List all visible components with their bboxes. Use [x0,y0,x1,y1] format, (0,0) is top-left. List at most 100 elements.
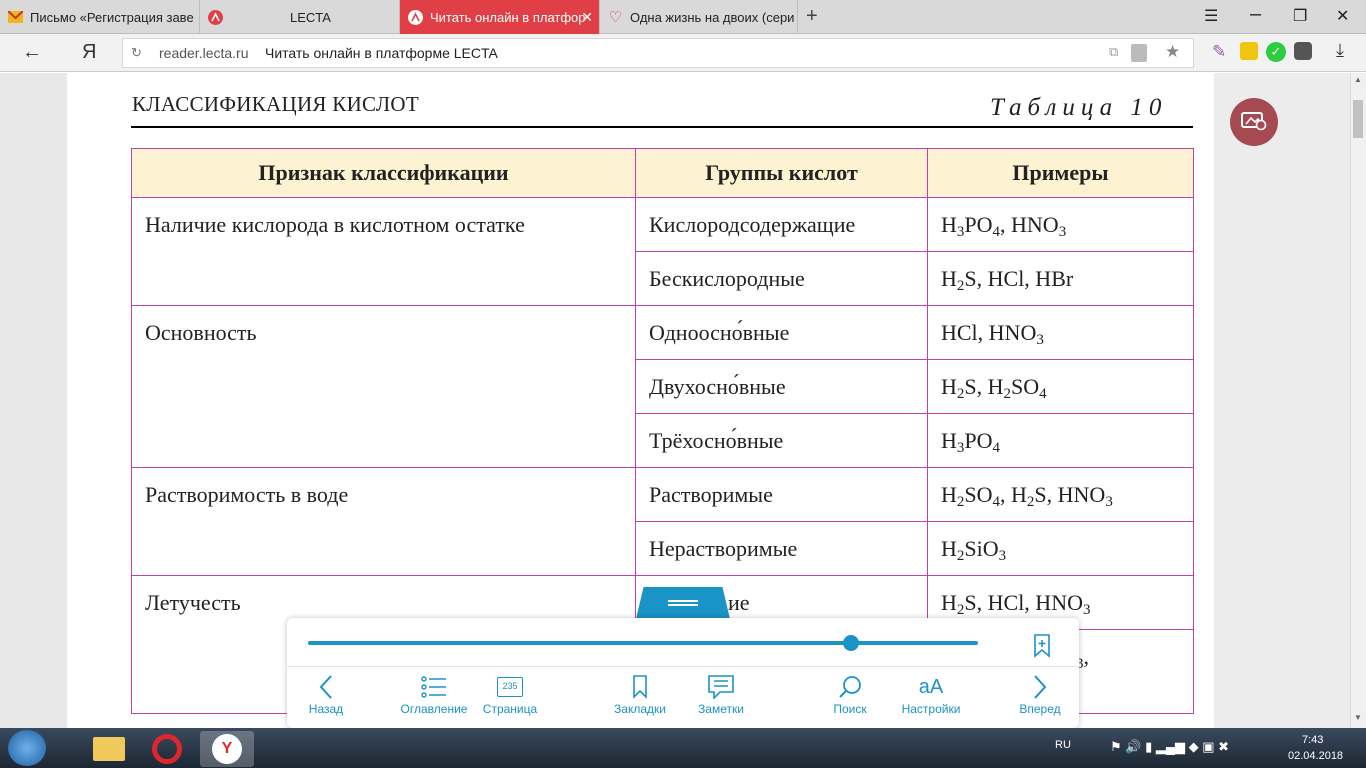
nav-settings[interactable]: aA Настройки [898,672,964,717]
clock-date: 02.04.2018 [1288,750,1344,762]
translate-icon[interactable]: ⧉ [1109,44,1118,60]
lock-icon[interactable] [1131,44,1147,62]
nav-back[interactable]: Назад [298,672,354,716]
scrollbar-thumb[interactable] [1353,100,1363,138]
search-icon [824,672,876,702]
pen-icon[interactable]: ✎ [1212,42,1226,62]
menu-icon[interactable]: ☰ [1204,6,1218,26]
panel-toggle-handle[interactable] [636,587,730,619]
example-cell: H2S, HCl, HBr [927,251,1194,306]
header-groups: Группы кислот [635,148,928,198]
minimize-icon[interactable]: – [1250,3,1261,26]
tab-bar: Письмо «Регистрация заве LECTA Читать он… [0,0,1366,34]
list-icon [398,672,470,702]
nav-label: Вперед [1019,702,1061,716]
lecta-icon [408,9,423,25]
taskbar-yandex[interactable]: Y [200,731,254,767]
group-cell: Нерастворимые [635,521,928,576]
book-page-icon: 235 [480,672,540,702]
page-number: 235 [497,677,523,697]
folder-icon [93,737,125,761]
close-window-icon[interactable]: ✕ [1336,6,1349,26]
check-icon[interactable]: ✓ [1266,42,1286,62]
font-size-icon: aA [918,675,944,698]
example-cell: H3PO4 [927,413,1194,468]
refresh-icon[interactable]: ↻ [131,45,142,61]
example-cell: H3PO4, HNO3 [927,197,1194,252]
clock-time: 7:43 [1302,734,1324,746]
panel-divider [287,666,1079,667]
example-cell: H2SiO3 [927,521,1194,576]
progress-slider-knob[interactable] [842,635,859,651]
screenshot-button[interactable] [1230,98,1278,146]
nav-label: Назад [308,702,344,716]
group-cell: Двухосно́вные [635,359,928,414]
mail-icon [8,10,23,25]
group-cell: Бескислородные [635,251,928,306]
nav-label: Оглавление [400,702,468,716]
right-margin [1214,73,1352,728]
add-bookmark-icon[interactable] [1033,634,1051,663]
nav-label: Страница [482,702,538,716]
table-title: КЛАССИФИКАЦИЯ КИСЛОТ [132,92,419,116]
criterion-cell: Растворимость в воде [131,467,636,576]
nav-search[interactable]: Поиск [824,672,876,716]
nav-label: Закладки [614,702,666,716]
heart-icon: ♡ [608,9,623,26]
table-number: Таблица 10 [990,94,1168,121]
address-bar: ← Я ↻ reader.lecta.ru Читать онлайн в пл… [0,34,1366,72]
yandex-browser-icon: Y [212,734,242,764]
evernote-icon[interactable] [1294,42,1312,60]
nav-label: Поиск [833,702,867,716]
nav-page[interactable]: 235 Страница [480,672,540,716]
tab-reader[interactable]: Читать онлайн в платфор ✕ [400,0,600,34]
tab-title: LECTA [290,9,331,25]
start-button[interactable] [8,730,46,766]
url-field[interactable]: ↻ reader.lecta.ru Читать онлайн в платфо… [122,38,1194,68]
language-indicator[interactable]: RU [1055,739,1071,751]
cursor-extension-icon[interactable] [1240,42,1258,60]
back-arrow-icon[interactable]: ← [22,41,42,64]
tab-title: Читать онлайн в платфор [430,9,586,25]
tab-title: Одна жизнь на двоих (сери [630,9,795,25]
lecta-icon [208,9,223,25]
progress-slider[interactable] [308,641,978,645]
chevron-left-icon [298,672,354,702]
restore-icon[interactable]: ❐ [1293,6,1307,26]
header-examples: Примеры [927,148,1194,198]
notes-icon [692,672,750,702]
criterion-cell: Основность [131,305,636,468]
tab-series[interactable]: ♡ Одна жизнь на двоих (сери [600,0,798,34]
scrollbar[interactable]: ▲ ▼ [1350,73,1366,728]
nav-label: Настройки [901,702,961,716]
tab-mail[interactable]: Письмо «Регистрация заве [0,0,200,34]
nav-contents[interactable]: Оглавление [398,672,470,716]
nav-forward[interactable]: Вперед [1012,672,1068,716]
left-margin [0,73,67,728]
yandex-logo[interactable]: Я [82,41,96,64]
bookmark-icon [610,672,670,702]
example-cell: H2SO4, H2S, HNO3 [927,467,1194,522]
chevron-right-icon [1012,672,1068,702]
close-icon[interactable]: ✕ [581,9,593,26]
taskbar-explorer[interactable] [82,731,136,767]
tab-title: Письмо «Регистрация заве [30,9,194,25]
star-icon[interactable]: ★ [1165,42,1180,62]
header-criterion: Признак классификации [131,148,636,198]
url-domain: reader.lecta.ru [159,45,249,61]
tab-lecta[interactable]: LECTA [200,0,400,34]
group-cell: Одноосно́вные [635,305,928,360]
nav-label: Заметки [698,702,744,716]
group-cell: Трёхосно́вные [635,413,928,468]
camera-icon [1241,109,1267,136]
nav-bookmarks[interactable]: Закладки [610,672,670,716]
download-icon[interactable]: ⤓ [1336,40,1344,61]
example-cell: HCl, HNO3 [927,305,1194,360]
new-tab-button[interactable]: + [806,5,818,28]
tray-icons[interactable]: ⚑ 🔊 ▮ ▂▄▆ ◆ ▣ ✖ [1110,739,1229,755]
nav-notes[interactable]: Заметки [692,672,750,716]
opera-icon [152,734,182,764]
taskbar-opera[interactable] [140,731,194,767]
title-underline [131,126,1193,128]
example-cell: H2S, H2SO4 [927,359,1194,414]
